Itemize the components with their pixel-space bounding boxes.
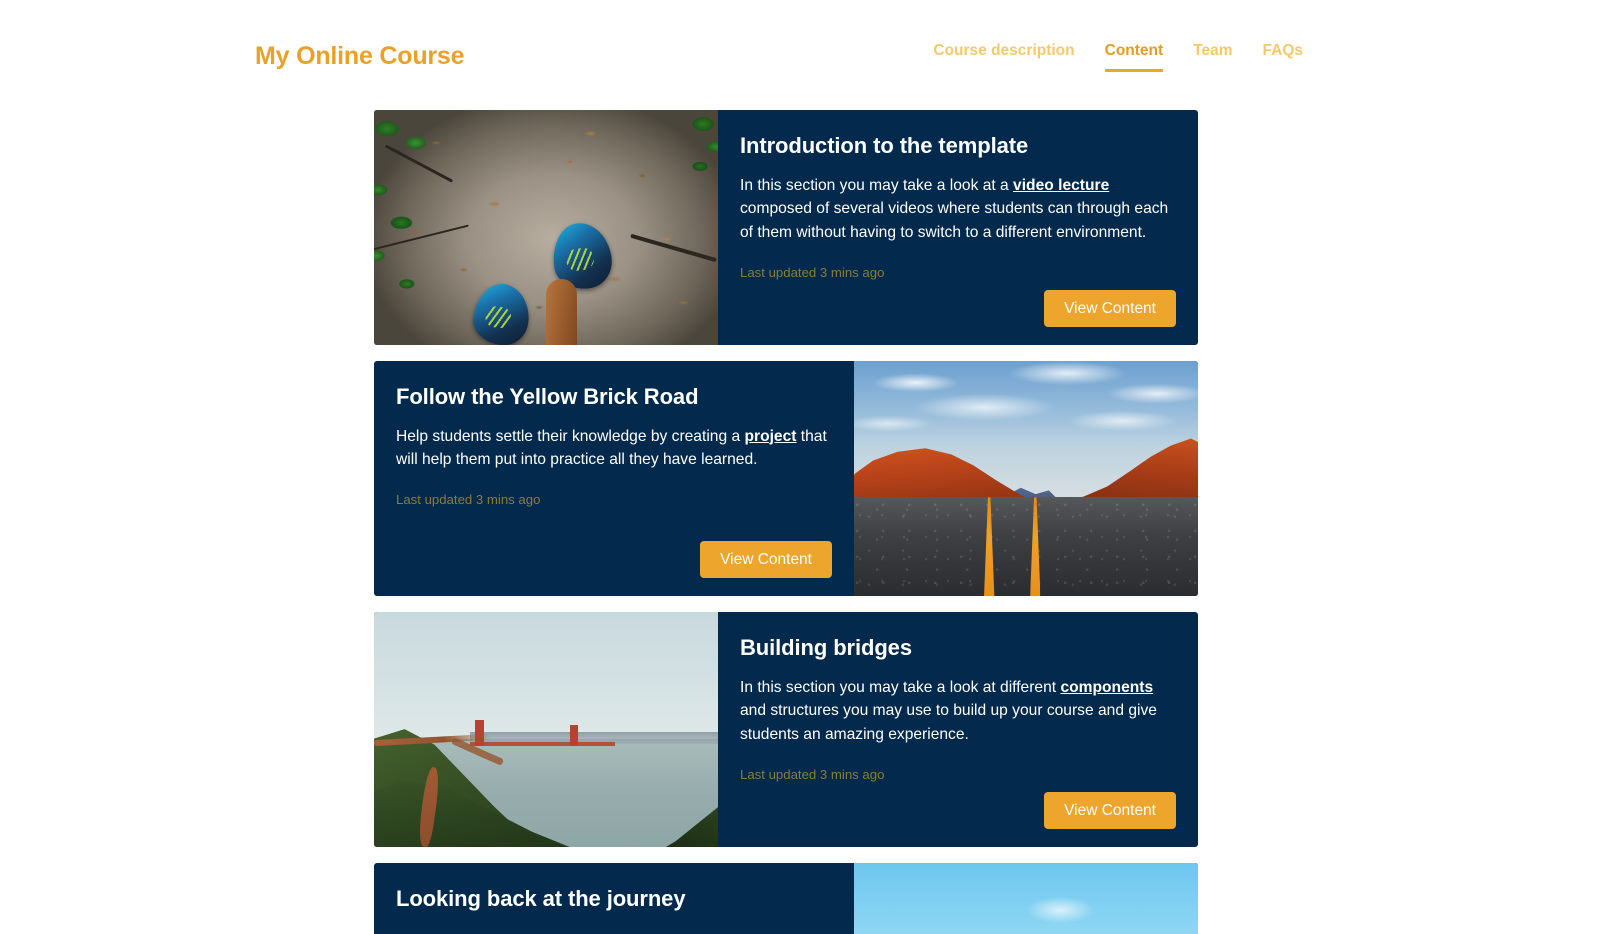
nav-item-team[interactable]: Team <box>1193 42 1232 72</box>
card-image-desert-road <box>854 361 1198 596</box>
nav-item-faqs[interactable]: FAQs <box>1263 42 1303 72</box>
course-card: Introduction to the template In this sec… <box>374 110 1198 345</box>
site-header: My Online Course Course description Cont… <box>0 0 1598 110</box>
card-title: Introduction to the template <box>740 133 1029 158</box>
main-nav: Course description Content Team FAQs <box>933 42 1303 72</box>
card-title: Looking back at the journey <box>396 886 686 911</box>
view-content-button[interactable]: View Content <box>1044 791 1176 829</box>
card-action-row: View Content <box>740 791 1176 829</box>
card-title: Follow the Yellow Brick Road <box>396 384 699 409</box>
card-desc-after: and structures you may use to build up y… <box>740 702 1157 743</box>
card-description: In this section you may take a look at a… <box>740 174 1176 245</box>
view-content-button[interactable]: View Content <box>1044 289 1176 327</box>
card-last-updated: Last updated 3 mins ago <box>740 766 885 782</box>
bridge-span <box>470 742 615 746</box>
card-description: In this section you may take a look at d… <box>740 676 1176 747</box>
card-body: Introduction to the template In this sec… <box>718 110 1198 345</box>
asphalt-road <box>854 497 1198 596</box>
card-desc-link[interactable]: video lecture <box>1013 177 1109 194</box>
brand-title[interactable]: My Online Course <box>255 42 465 71</box>
hiker-leg <box>546 279 577 345</box>
card-desc-before: In this section you may take a look at d… <box>740 678 1061 696</box>
cloud-puffs <box>854 863 1198 934</box>
card-desc-before: In this section you may take a look at a <box>740 176 1014 194</box>
card-title: Building bridges <box>740 635 912 660</box>
foliage-right <box>666 110 718 251</box>
card-desc-after: composed of several videos where student… <box>740 200 1169 241</box>
card-body: Follow the Yellow Brick Road Help studen… <box>374 361 854 596</box>
card-body: Looking back at the journey <box>374 863 854 934</box>
course-card-list: Introduction to the template In this sec… <box>374 110 1198 934</box>
course-card: Building bridges In this section you may… <box>374 612 1198 847</box>
card-image-golden-gate <box>374 612 718 847</box>
bridge-tower-near <box>475 720 484 746</box>
card-action-row: View Content <box>396 540 832 578</box>
course-card: Follow the Yellow Brick Road Help studen… <box>374 361 1198 596</box>
card-desc-link[interactable]: project <box>744 428 796 445</box>
course-card: Looking back at the journey <box>374 863 1198 934</box>
card-last-updated: Last updated 3 mins ago <box>396 491 541 507</box>
nav-item-content[interactable]: Content <box>1104 42 1163 72</box>
card-last-updated: Last updated 3 mins ago <box>740 264 885 280</box>
card-description: Help students settle their knowledge by … <box>396 425 832 472</box>
card-desc-link[interactable]: components <box>1060 679 1153 696</box>
nav-item-course-description[interactable]: Course description <box>933 42 1074 72</box>
page-root: My Online Course Course description Cont… <box>0 0 1598 934</box>
card-image-sky-clouds <box>854 863 1198 934</box>
view-content-button[interactable]: View Content <box>700 540 832 578</box>
card-image-trail <box>374 110 718 345</box>
card-action-row: View Content <box>740 289 1176 327</box>
card-body: Building bridges In this section you may… <box>718 612 1198 847</box>
card-desc-before: Help students settle their knowledge by … <box>396 427 745 445</box>
bridge-tower-far <box>570 724 579 746</box>
